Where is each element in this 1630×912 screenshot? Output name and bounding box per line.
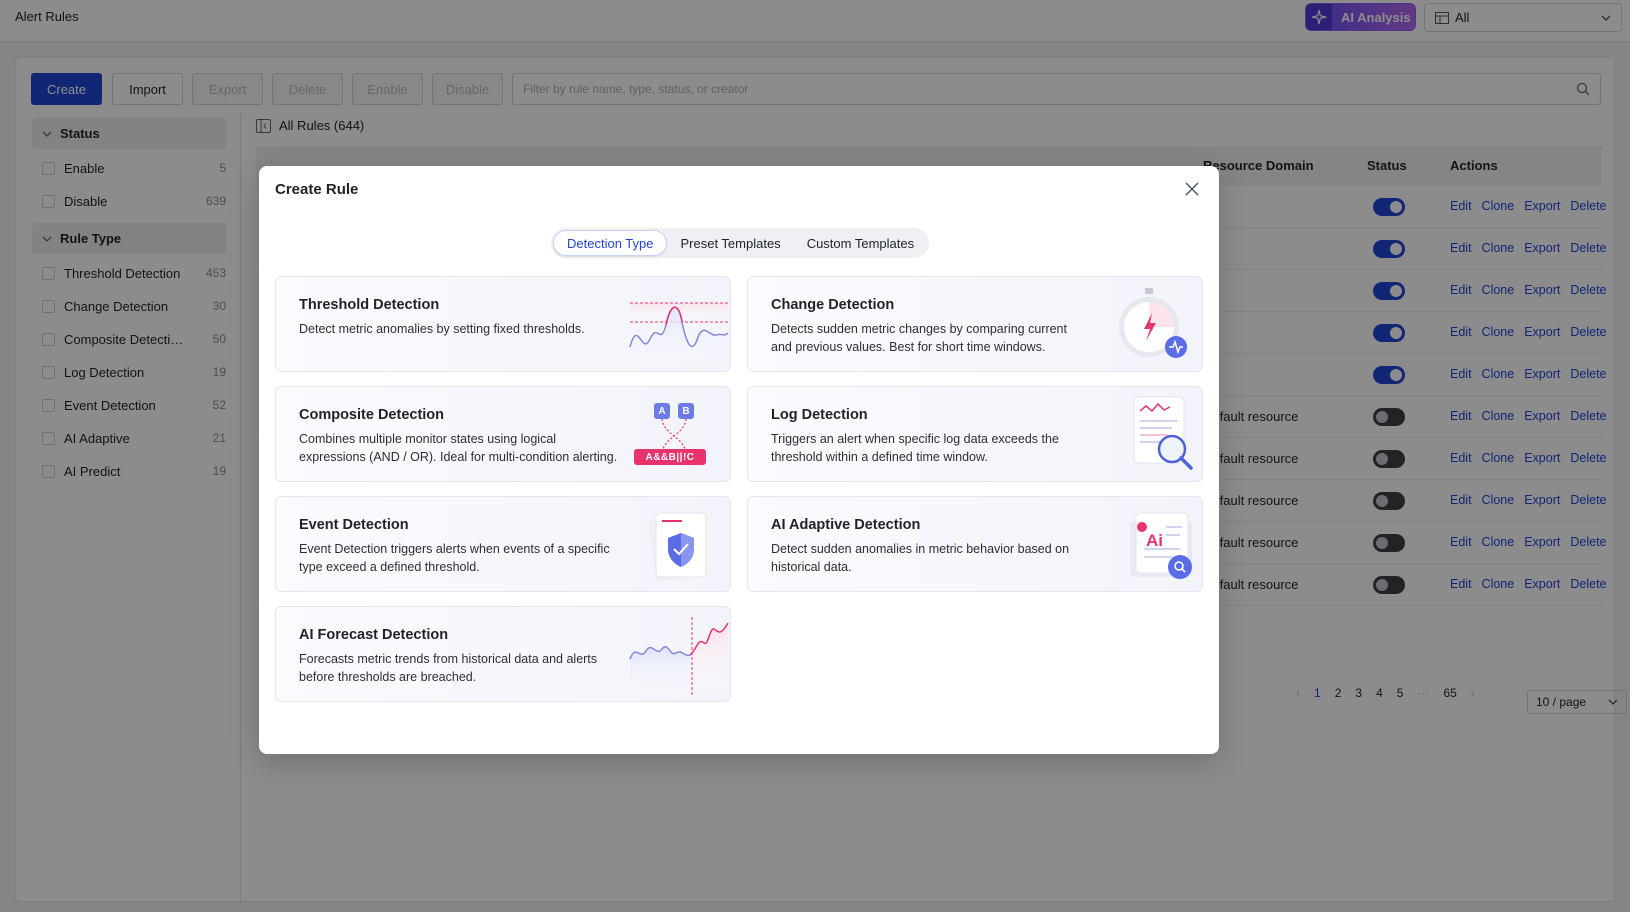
shield-icon bbox=[648, 512, 707, 582]
tab-custom-templates[interactable]: Custom Templates bbox=[794, 230, 927, 256]
logic-expression-icon: A B A&&B||!C bbox=[620, 387, 730, 481]
card-threshold-detection[interactable]: Threshold Detection Detect metric anomal… bbox=[275, 276, 731, 372]
card-description: Event Detection triggers alerts when eve… bbox=[299, 542, 610, 574]
card-description: Triggers an alert when specific log data… bbox=[771, 432, 1059, 464]
card-event-detection[interactable]: Event Detection Event Detection triggers… bbox=[275, 496, 731, 592]
create-rule-modal: Create Rule Detection Type Preset Templa… bbox=[259, 166, 1219, 754]
card-description: Detect metric anomalies by setting fixed… bbox=[299, 322, 585, 336]
ai-document-icon: Ai bbox=[1092, 497, 1202, 591]
card-ai-adaptive-detection[interactable]: AI Adaptive Detection Detect sudden anom… bbox=[747, 496, 1203, 592]
card-title: Composite Detection bbox=[299, 407, 445, 423]
card-log-detection[interactable]: Log Detection Triggers an alert when spe… bbox=[747, 386, 1203, 482]
close-icon bbox=[1185, 182, 1199, 196]
modal-title: Create Rule bbox=[275, 181, 359, 198]
close-button[interactable] bbox=[1181, 178, 1203, 200]
card-title: Event Detection bbox=[299, 517, 409, 533]
tab-preset-templates[interactable]: Preset Templates bbox=[667, 230, 793, 256]
tab-detection-type[interactable]: Detection Type bbox=[553, 230, 668, 256]
card-ai-forecast-detection[interactable]: AI Forecast Detection Forecasts metric t… bbox=[275, 606, 731, 702]
card-title: Threshold Detection bbox=[299, 297, 440, 313]
card-title: Change Detection bbox=[771, 297, 895, 313]
card-description: Detect sudden anomalies in metric behavi… bbox=[771, 542, 1070, 574]
stopwatch-icon bbox=[1119, 288, 1187, 358]
card-description: Forecasts metric trends from historical … bbox=[299, 652, 598, 684]
threshold-chart-icon bbox=[629, 302, 729, 371]
expression-badge: A&&B||!C bbox=[634, 449, 706, 465]
ai-label: Ai bbox=[1146, 531, 1163, 550]
card-composite-detection[interactable]: Composite Detection Combines multiple mo… bbox=[275, 386, 731, 482]
card-description: Combines multiple monitor states using l… bbox=[299, 432, 618, 464]
forecast-chart-icon bbox=[629, 617, 729, 701]
card-title: AI Adaptive Detection bbox=[771, 517, 921, 533]
operand-b-badge: B bbox=[678, 403, 694, 419]
operand-a-badge: A bbox=[654, 403, 670, 419]
card-title: Log Detection bbox=[771, 407, 868, 423]
card-change-detection[interactable]: Change Detection Detects sudden metric c… bbox=[747, 276, 1203, 372]
card-title: AI Forecast Detection bbox=[299, 627, 449, 643]
card-description: Detects sudden metric changes by compari… bbox=[771, 322, 1067, 354]
modal-tabs: Detection Type Preset Templates Custom T… bbox=[551, 228, 930, 258]
log-search-icon bbox=[1133, 396, 1193, 470]
